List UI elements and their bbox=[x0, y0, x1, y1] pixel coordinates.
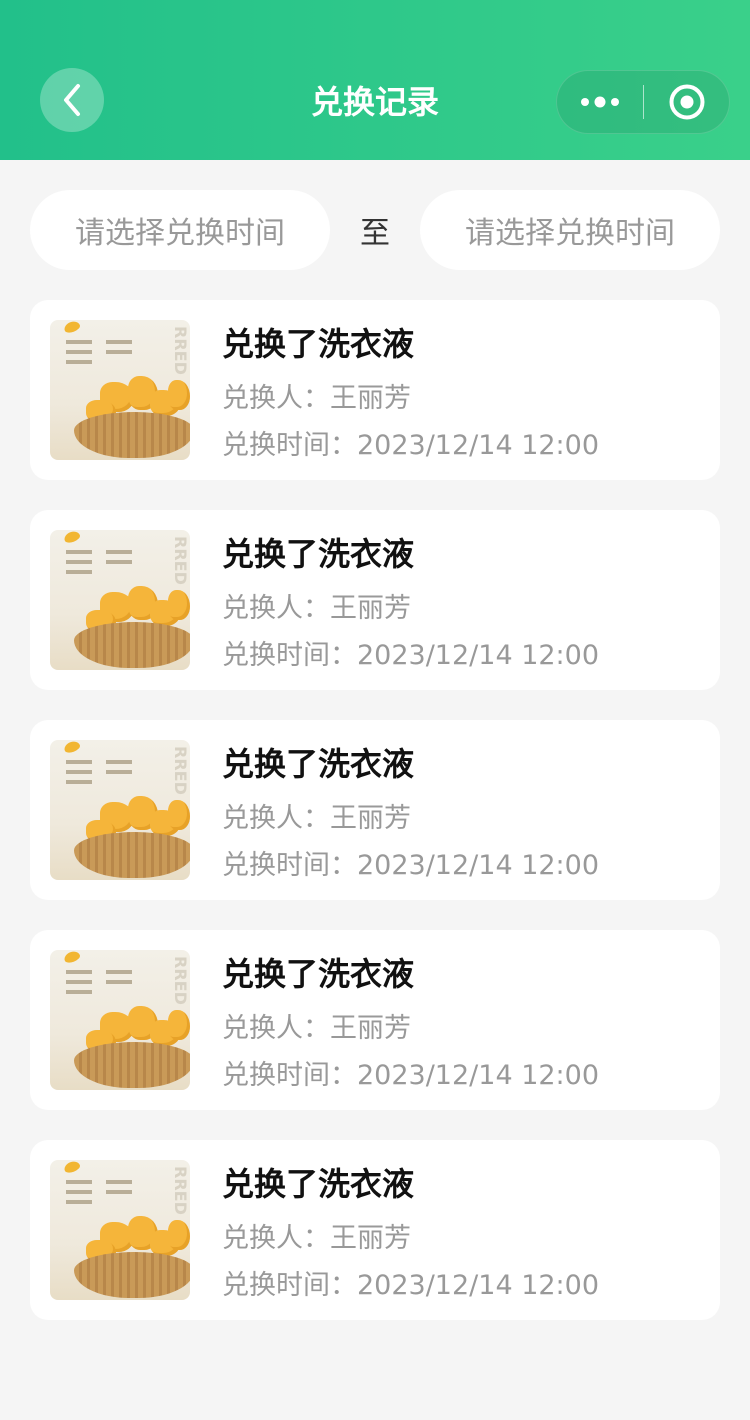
record-person: 兑换人：王丽芳 bbox=[222, 380, 411, 418]
record-card[interactable]: RRED 兑换了洗衣液 兑换人：王丽芳 兑换时间：2023/12/14 12:0… bbox=[30, 510, 720, 690]
record-card[interactable]: RRED 兑换了洗衣液 兑换人：王丽芳 兑换时间：2023/12/14 12:0… bbox=[30, 300, 720, 480]
person-name: 王丽芳 bbox=[330, 803, 411, 834]
time-label: 兑换时间： bbox=[222, 430, 357, 461]
target-circle-icon bbox=[669, 84, 705, 120]
record-title: 兑换了洗衣液 bbox=[222, 325, 415, 363]
product-image: RRED bbox=[50, 320, 190, 460]
time-value: 2023/12/14 12:00 bbox=[357, 1270, 600, 1301]
person-label: 兑换人： bbox=[222, 593, 330, 624]
time-label: 兑换时间： bbox=[222, 850, 357, 881]
header-bar: 兑换记录 bbox=[0, 0, 750, 160]
record-person: 兑换人：王丽芳 bbox=[222, 800, 411, 838]
time-value: 2023/12/14 12:00 bbox=[357, 850, 600, 881]
person-name: 王丽芳 bbox=[330, 383, 411, 414]
record-time: 兑换时间：2023/12/14 12:00 bbox=[222, 637, 599, 675]
end-date-picker[interactable]: 请选择兑换时间 bbox=[420, 190, 720, 270]
date-filter: 请选择兑换时间 至 请选择兑换时间 bbox=[30, 190, 720, 270]
date-range-separator: 至 bbox=[360, 216, 390, 251]
record-title: 兑换了洗衣液 bbox=[222, 535, 415, 573]
person-label: 兑换人： bbox=[222, 1013, 330, 1044]
start-date-picker[interactable]: 请选择兑换时间 bbox=[30, 190, 330, 270]
time-label: 兑换时间： bbox=[222, 640, 357, 671]
record-title: 兑换了洗衣液 bbox=[222, 745, 415, 783]
time-value: 2023/12/14 12:00 bbox=[357, 640, 600, 671]
more-button[interactable] bbox=[557, 71, 643, 133]
record-time: 兑换时间：2023/12/14 12:00 bbox=[222, 427, 599, 465]
record-card[interactable]: RRED 兑换了洗衣液 兑换人：王丽芳 兑换时间：2023/12/14 12:0… bbox=[30, 720, 720, 900]
time-label: 兑换时间： bbox=[222, 1270, 357, 1301]
person-label: 兑换人： bbox=[222, 803, 330, 834]
product-image: RRED bbox=[50, 1160, 190, 1300]
record-title: 兑换了洗衣液 bbox=[222, 955, 415, 993]
person-label: 兑换人： bbox=[222, 1223, 330, 1254]
product-image: RRED bbox=[50, 740, 190, 880]
product-image: RRED bbox=[50, 950, 190, 1090]
time-value: 2023/12/14 12:00 bbox=[357, 430, 600, 461]
person-name: 王丽芳 bbox=[330, 593, 411, 624]
mini-program-capsule bbox=[556, 70, 730, 134]
person-label: 兑换人： bbox=[222, 383, 330, 414]
record-title: 兑换了洗衣液 bbox=[222, 1165, 415, 1203]
record-time: 兑换时间：2023/12/14 12:00 bbox=[222, 1057, 599, 1095]
person-name: 王丽芳 bbox=[330, 1223, 411, 1254]
record-time: 兑换时间：2023/12/14 12:00 bbox=[222, 1267, 599, 1305]
record-person: 兑换人：王丽芳 bbox=[222, 1010, 411, 1048]
time-value: 2023/12/14 12:00 bbox=[357, 1060, 600, 1091]
close-button[interactable] bbox=[644, 71, 730, 133]
record-time: 兑换时间：2023/12/14 12:00 bbox=[222, 847, 599, 885]
product-image: RRED bbox=[50, 530, 190, 670]
record-card[interactable]: RRED 兑换了洗衣液 兑换人：王丽芳 兑换时间：2023/12/14 12:0… bbox=[30, 930, 720, 1110]
time-label: 兑换时间： bbox=[222, 1060, 357, 1091]
record-person: 兑换人：王丽芳 bbox=[222, 1220, 411, 1258]
record-person: 兑换人：王丽芳 bbox=[222, 590, 411, 628]
more-dots-icon bbox=[581, 96, 619, 108]
person-name: 王丽芳 bbox=[330, 1013, 411, 1044]
record-card[interactable]: RRED 兑换了洗衣液 兑换人：王丽芳 兑换时间：2023/12/14 12:0… bbox=[30, 1140, 720, 1320]
